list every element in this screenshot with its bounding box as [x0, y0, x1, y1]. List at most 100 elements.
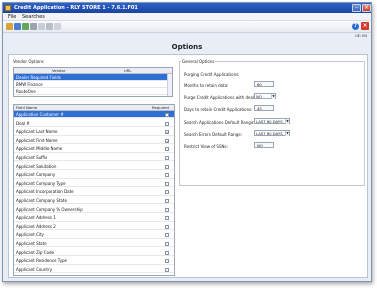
app-icon: [5, 5, 11, 11]
field-row[interactable]: Applicant Company State: [14, 197, 174, 205]
field-row[interactable]: Applicant City: [14, 231, 174, 239]
required-checkbox[interactable]: [165, 233, 169, 238]
field-name: Applicant Address 1: [16, 215, 56, 221]
field-row[interactable]: Applicant Residence Type: [14, 257, 174, 265]
field-name: Applicant Company % Ownership: [16, 206, 83, 212]
field-name: Applicant Address 2: [16, 223, 56, 229]
help-icon[interactable]: ?: [352, 23, 359, 30]
field-name: Deal #: [16, 120, 30, 126]
field-row[interactable]: Applicant Last Name ✓: [14, 128, 174, 136]
purging-label: Purging Credit Applications:: [184, 72, 240, 77]
required-checkbox[interactable]: [165, 267, 169, 272]
required-checkbox[interactable]: ✓: [165, 138, 169, 143]
purge-label: Purge Credit Applications with deals?: [184, 95, 259, 100]
field-name: Applicant Salutation: [16, 163, 57, 169]
close-icon[interactable]: ×: [361, 22, 369, 30]
required-checkbox[interactable]: [165, 199, 169, 203]
field-row[interactable]: Applicant Company: [14, 171, 174, 179]
vendor-row[interactable]: BMW Finance: [14, 81, 169, 88]
required-checkbox[interactable]: [165, 113, 169, 117]
field-row[interactable]: Applicant Zip Code: [14, 249, 174, 256]
chevron-down-icon: ▼: [285, 119, 289, 124]
field-row[interactable]: Applicant State: [14, 240, 174, 248]
options-panel: Vendor Options Vendor URL Dealer Require…: [8, 54, 368, 278]
general-options-legend: General Options: [181, 59, 216, 64]
title-bar: Credit Application - RLY STORE 1 - 7.6.1…: [3, 3, 371, 13]
required-checkbox[interactable]: [165, 121, 169, 126]
save-icon[interactable]: [14, 23, 21, 30]
required-checkbox[interactable]: [165, 173, 169, 178]
field-name: Applicant Suffix: [16, 155, 48, 160]
required-checkbox[interactable]: [165, 224, 169, 229]
required-checkbox[interactable]: [165, 242, 169, 246]
days-input[interactable]: 45: [254, 105, 274, 111]
search-errors-label: Search Errors Default Range:: [184, 132, 243, 137]
required-checkbox[interactable]: [165, 156, 169, 160]
vendor-row[interactable]: Dealer Required Fields: [14, 74, 169, 81]
field-row[interactable]: Applicant Company % Ownership: [14, 206, 174, 213]
menu-bar: File Searches: [3, 13, 371, 21]
user-info: UE: EN: [355, 34, 367, 38]
field-row[interactable]: Application Customer #: [14, 111, 174, 119]
required-checkbox[interactable]: [165, 181, 169, 186]
minimize-button[interactable]: –: [352, 4, 361, 12]
field-row[interactable]: Applicant Suffix: [14, 154, 174, 162]
field-row[interactable]: Applicant Country: [14, 266, 174, 274]
find-icon[interactable]: [54, 23, 61, 30]
restrict-input[interactable]: NO: [254, 142, 274, 148]
restrict-label: Restrict View of SSNs:: [184, 144, 228, 149]
field-name: Applicant Incorporation Date: [16, 189, 74, 195]
field-row[interactable]: Applicant Address 2: [14, 223, 174, 231]
vendor-table: Vendor URL Dealer Required Fields BMW Fi…: [13, 67, 173, 97]
required-checkbox[interactable]: [165, 216, 169, 221]
field-name: Applicant Country: [16, 266, 52, 272]
refresh-icon[interactable]: [38, 23, 45, 30]
required-checkbox[interactable]: [165, 190, 169, 195]
field-name: Applicant Middle Name: [16, 146, 63, 152]
required-checkbox[interactable]: ✓: [165, 130, 169, 135]
field-name: Application Customer #: [16, 112, 64, 117]
vendor-row[interactable]: RouteOne: [14, 88, 169, 95]
field-name: Applicant City: [16, 232, 44, 238]
field-name: Applicant Zip Code: [16, 249, 54, 255]
field-name: Applicant Last Name: [16, 129, 58, 135]
field-row[interactable]: Deal #: [14, 120, 174, 127]
close-window-button[interactable]: ×: [362, 4, 371, 12]
months-input[interactable]: 60: [254, 81, 274, 87]
field-row[interactable]: Applicant Company Type: [14, 180, 174, 188]
field-name: Applicant Company Type: [16, 180, 66, 186]
menu-searches[interactable]: Searches: [22, 13, 45, 21]
required-checkbox[interactable]: [165, 250, 169, 255]
field-row[interactable]: Applicant First Name ✓: [14, 137, 174, 145]
fields-table: Field Name Required Application Customer…: [13, 104, 175, 276]
toolbar: ? ×: [3, 21, 371, 33]
field-name: Applicant Residence Type: [16, 258, 67, 264]
vendor-options-legend: Vendor Options: [13, 59, 44, 64]
menu-file[interactable]: File: [8, 13, 16, 21]
field-name: Applicant Company: [16, 172, 56, 178]
edit-icon[interactable]: [46, 23, 53, 30]
required-checkbox[interactable]: [165, 207, 169, 212]
window-title: Credit Application - RLY STORE 1 - 7.6.1…: [14, 5, 138, 11]
field-row[interactable]: Applicant Incorporation Date: [14, 188, 174, 196]
required-checkbox[interactable]: [165, 147, 169, 152]
page-title: Options: [171, 43, 203, 51]
required-checkbox[interactable]: [165, 259, 169, 264]
new-icon[interactable]: [22, 23, 29, 30]
field-name: Applicant State: [16, 241, 47, 246]
field-row[interactable]: Applicant Address 1: [14, 214, 174, 222]
search-errors-select[interactable]: LAST 60 DAYS ▼: [254, 130, 290, 136]
chevron-down-icon: ▼: [271, 94, 275, 99]
field-row[interactable]: Applicant Middle Name: [14, 145, 174, 153]
required-checkbox[interactable]: [165, 164, 169, 169]
field-name: Applicant Company State: [16, 198, 67, 203]
search-default-select[interactable]: LAST 60 DAYS ▼: [254, 118, 290, 124]
print-icon[interactable]: [30, 23, 37, 30]
purge-select[interactable]: NO ▼: [254, 93, 276, 99]
field-row[interactable]: Applicant Salutation: [14, 163, 174, 170]
vendor-scrollbar[interactable]: [167, 74, 172, 96]
months-label: Months to retain data:: [184, 83, 229, 88]
application-window: Credit Application - RLY STORE 1 - 7.6.1…: [2, 2, 372, 282]
open-icon[interactable]: [6, 23, 13, 30]
search-default-label: Search Applications Default Range:: [184, 120, 255, 125]
